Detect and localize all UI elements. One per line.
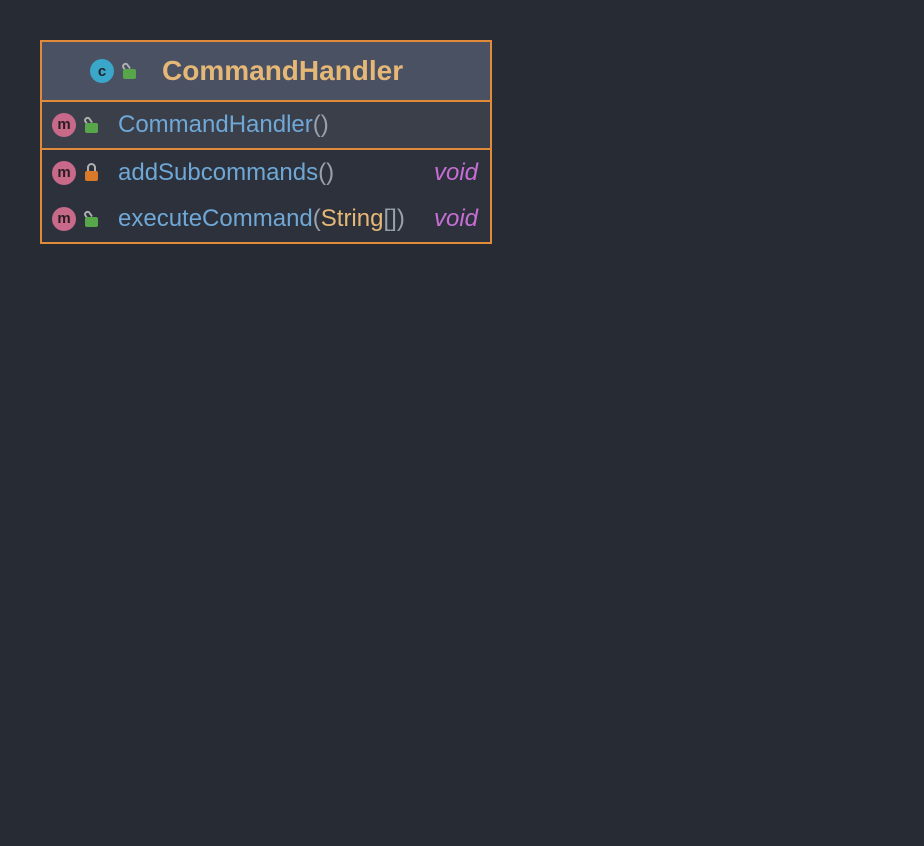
paren-close: ) (326, 159, 334, 187)
method-name: executeCommand (118, 205, 313, 233)
class-header[interactable]: c CommandHandler (42, 42, 490, 102)
paren-open: ( (313, 205, 321, 233)
class-name: CommandHandler (162, 55, 403, 87)
method-param-type: String (321, 205, 384, 233)
public-icon (122, 63, 138, 79)
methods-section: m addSubcommands() void m executeCommand… (42, 150, 490, 242)
method-return-type: void (434, 205, 478, 233)
method-param-suffix: [] (383, 205, 396, 233)
method-kind-icon: m (52, 113, 76, 137)
method-name: addSubcommands (118, 159, 318, 187)
method-row[interactable]: m executeCommand(String[]) void (42, 196, 490, 242)
method-kind-icon: m (52, 161, 76, 185)
private-icon (84, 165, 100, 181)
paren-close: ) (321, 111, 329, 139)
method-kind-icon: m (52, 207, 76, 231)
public-icon (84, 211, 100, 227)
class-card[interactable]: c CommandHandler m CommandHandler() m ad… (40, 40, 492, 244)
constructor-name: CommandHandler (118, 111, 313, 139)
constructor-row[interactable]: m CommandHandler() (42, 102, 490, 148)
paren-close: ) (397, 205, 405, 233)
public-icon (84, 117, 100, 133)
paren-open: ( (318, 159, 326, 187)
constructor-section: m CommandHandler() (42, 102, 490, 150)
method-return-type: void (434, 159, 478, 187)
paren-open: ( (313, 111, 321, 139)
class-kind-icon: c (90, 59, 114, 83)
method-row[interactable]: m addSubcommands() void (42, 150, 490, 196)
